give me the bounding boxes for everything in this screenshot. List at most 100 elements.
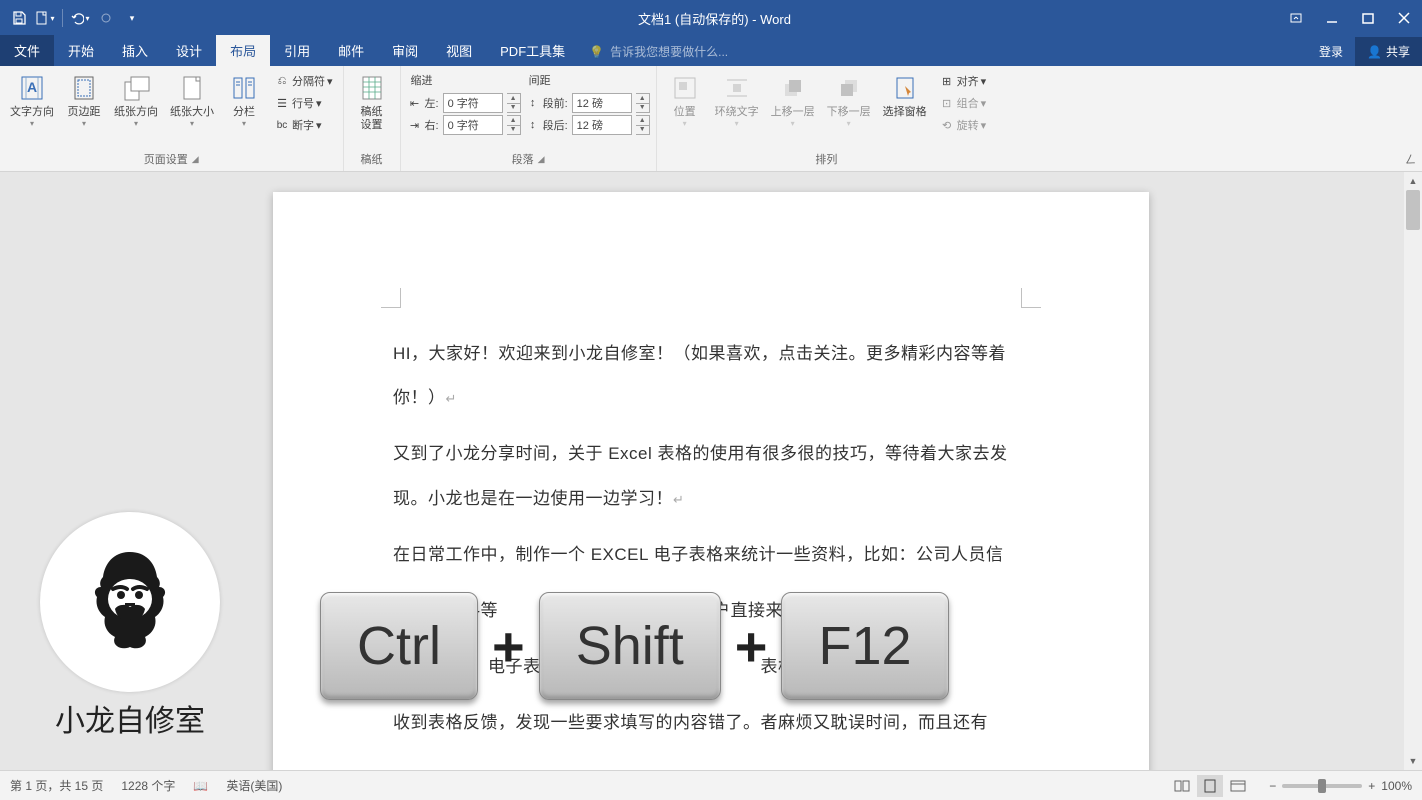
paragraph-launcher[interactable]: ◢ [538, 154, 545, 165]
send-backward-button[interactable]: 下移一层▾ [823, 70, 875, 130]
zoom-out-button[interactable]: − [1269, 779, 1276, 793]
tab-insert[interactable]: 插入 [108, 35, 162, 66]
language-status[interactable]: 英语(美国) [226, 777, 282, 794]
redo-icon[interactable] [95, 7, 117, 29]
backward-icon [833, 72, 865, 104]
paper-size-icon [176, 72, 208, 104]
selection-icon [889, 72, 921, 104]
spin-up[interactable]: ▲ [507, 116, 520, 126]
ribbon-tabs: 文件 开始 插入 设计 布局 引用 邮件 审阅 视图 PDF工具集 💡告诉我您想… [0, 36, 1422, 66]
tab-design[interactable]: 设计 [162, 35, 216, 66]
spin-down[interactable]: ▼ [507, 104, 520, 113]
indent-left-field[interactable]: ⇤左: 0 字符 ▲▼ [407, 92, 521, 114]
linenum-icon: ☰ [274, 95, 290, 111]
page-setup-launcher[interactable]: ◢ [192, 154, 199, 165]
position-button[interactable]: 位置▾ [663, 70, 707, 130]
margin-corner-tl [381, 288, 401, 308]
quick-access-toolbar: ▾ ▾ ▾ [0, 7, 151, 29]
wrap-text-button[interactable]: 环绕文字▾ [711, 70, 763, 130]
tab-view[interactable]: 视图 [432, 35, 486, 66]
zoom-thumb[interactable] [1318, 779, 1326, 793]
orientation-icon [120, 72, 152, 104]
text-direction-button[interactable]: A 文字方向 ▾ [6, 70, 58, 130]
spin-down[interactable]: ▼ [636, 126, 649, 135]
zoom-in-button[interactable]: + [1368, 779, 1375, 793]
draft-settings-button[interactable]: 稿纸 设置 [350, 70, 394, 134]
columns-icon [228, 72, 260, 104]
share-button[interactable]: 👤共享 [1355, 37, 1422, 66]
forward-icon [777, 72, 809, 104]
draft-icon [356, 72, 388, 104]
close-button[interactable] [1386, 0, 1422, 36]
after-icon: ↕ [525, 117, 541, 133]
tab-file[interactable]: 文件 [0, 35, 54, 66]
group-paragraph: 缩进 ⇤左: 0 字符 ▲▼ ⇥右: 0 字符 ▲▼ 间距 ↕段前: 12 磅 … [401, 66, 657, 171]
paper-size-button[interactable]: 纸张大小 ▾ [166, 70, 218, 130]
bulb-icon: 💡 [589, 45, 604, 59]
window-title: 文档1 (自动保存的) - Word [151, 9, 1278, 28]
scroll-up-button[interactable]: ▲ [1404, 172, 1422, 190]
tab-home[interactable]: 开始 [54, 35, 108, 66]
rotate-icon: ⟲ [939, 117, 955, 133]
tab-pdf[interactable]: PDF工具集 [486, 35, 579, 66]
scroll-thumb[interactable] [1406, 190, 1420, 230]
hyphen-icon: bc [274, 117, 290, 133]
group-button[interactable]: ⊡组合 ▾ [935, 92, 991, 114]
page-count[interactable]: 第 1 页，共 15 页 [10, 777, 103, 794]
vertical-scrollbar[interactable]: ▲ ▼ [1404, 172, 1422, 770]
ribbon-options-icon[interactable] [1278, 0, 1314, 36]
margins-button[interactable]: 页边距 ▾ [62, 70, 106, 130]
spacing-before-field[interactable]: ↕段前: 12 磅 ▲▼ [525, 92, 650, 114]
maximize-button[interactable] [1350, 0, 1386, 36]
hyphenation-button[interactable]: bc 断字 ▾ [270, 114, 337, 136]
zoom-slider[interactable] [1282, 784, 1362, 788]
scroll-down-button[interactable]: ▼ [1404, 752, 1422, 770]
window-controls [1278, 0, 1422, 36]
tab-layout[interactable]: 布局 [216, 35, 270, 66]
undo-icon[interactable]: ▾ [69, 7, 91, 29]
minimize-button[interactable] [1314, 0, 1350, 36]
tab-review[interactable]: 审阅 [378, 35, 432, 66]
new-file-icon[interactable]: ▾ [34, 7, 56, 29]
spin-up[interactable]: ▲ [636, 116, 649, 126]
svg-text:A: A [27, 79, 37, 95]
collapse-ribbon-button[interactable]: ㄥ [1405, 151, 1416, 167]
columns-button[interactable]: 分栏 ▾ [222, 70, 266, 130]
tab-mail[interactable]: 邮件 [324, 35, 378, 66]
read-mode-button[interactable] [1169, 775, 1195, 797]
wrap-icon [721, 72, 753, 104]
keyboard-shortcut-overlay: Ctrl + Shift + F12 [320, 592, 949, 700]
key-ctrl: Ctrl [320, 592, 478, 700]
spin-down[interactable]: ▼ [636, 104, 649, 113]
spin-down[interactable]: ▼ [507, 126, 520, 135]
group-arrange: 位置▾ 环绕文字▾ 上移一层▾ 下移一层▾ 选择窗格 ⊞对齐 ▾ ⊡组合 ▾ [657, 66, 997, 171]
share-icon: 👤 [1367, 45, 1382, 59]
web-layout-button[interactable] [1225, 775, 1251, 797]
selection-pane-button[interactable]: 选择窗格 [879, 70, 931, 121]
key-f12: F12 [781, 592, 948, 700]
tab-references[interactable]: 引用 [270, 35, 324, 66]
spin-up[interactable]: ▲ [507, 94, 520, 104]
line-numbers-button[interactable]: ☰行号 ▾ [270, 92, 337, 114]
title-bar: ▾ ▾ ▾ 文档1 (自动保存的) - Word [0, 0, 1422, 36]
qat-more-icon[interactable]: ▾ [121, 7, 143, 29]
plus-icon: + [735, 614, 768, 679]
save-icon[interactable] [8, 7, 30, 29]
breaks-icon: ⎌ [274, 73, 290, 89]
orientation-button[interactable]: 纸张方向 ▾ [110, 70, 162, 130]
spacing-after-field[interactable]: ↕段后: 12 磅 ▲▼ [525, 114, 650, 136]
indent-right-field[interactable]: ⇥右: 0 字符 ▲▼ [407, 114, 521, 136]
print-layout-button[interactable] [1197, 775, 1223, 797]
login-button[interactable]: 登录 [1307, 37, 1355, 66]
word-count[interactable]: 1228 个字 [121, 777, 175, 794]
zoom-level[interactable]: 100% [1381, 779, 1412, 793]
rotate-button[interactable]: ⟲旋转 ▾ [935, 114, 991, 136]
spin-up[interactable]: ▲ [636, 94, 649, 104]
text-direction-icon: A [16, 72, 48, 104]
bring-forward-button[interactable]: 上移一层▾ [767, 70, 819, 130]
tell-me-search[interactable]: 💡告诉我您想要做什么... [579, 37, 738, 66]
breaks-button[interactable]: ⎌分隔符 ▾ [270, 70, 337, 92]
scroll-track[interactable] [1404, 190, 1422, 752]
align-button[interactable]: ⊞对齐 ▾ [935, 70, 991, 92]
spell-check-icon[interactable]: 📖 [193, 779, 208, 793]
